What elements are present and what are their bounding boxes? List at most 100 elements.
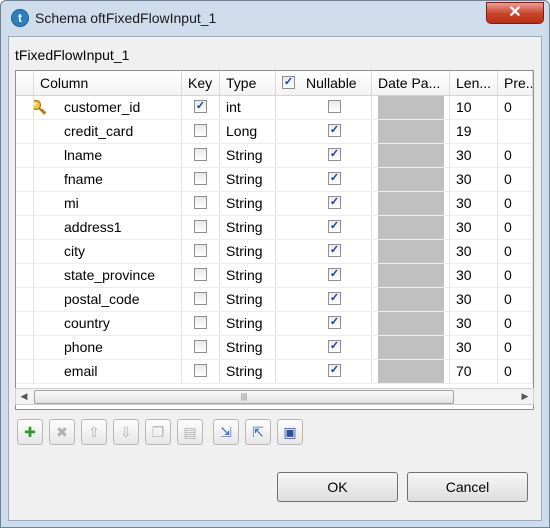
- copy-button[interactable]: ❐: [145, 419, 171, 445]
- length-cell[interactable]: 30: [450, 312, 498, 335]
- key-checkbox[interactable]: [194, 268, 207, 281]
- precision-cell[interactable]: 0: [498, 288, 533, 311]
- column-name-cell[interactable]: address1: [34, 216, 182, 239]
- save-button[interactable]: ▣: [277, 419, 303, 445]
- scroll-left-icon[interactable]: ◀: [16, 389, 32, 404]
- precision-cell[interactable]: 0: [498, 192, 533, 215]
- nullable-checkbox[interactable]: ✓: [328, 196, 341, 209]
- nullable-checkbox[interactable]: ✓: [328, 220, 341, 233]
- date-pattern-cell[interactable]: [372, 360, 450, 383]
- table-row[interactable]: phone String ✓ 30 0: [16, 336, 533, 360]
- length-cell[interactable]: 10: [450, 96, 498, 119]
- header-type[interactable]: Type: [220, 71, 276, 95]
- precision-cell[interactable]: 0: [498, 336, 533, 359]
- date-pattern-cell[interactable]: [372, 168, 450, 191]
- nullable-checkbox[interactable]: ✓: [328, 244, 341, 257]
- type-cell[interactable]: String: [220, 168, 276, 191]
- length-cell[interactable]: 30: [450, 240, 498, 263]
- precision-cell[interactable]: 0: [498, 240, 533, 263]
- nullable-checkbox[interactable]: ✓: [328, 364, 341, 377]
- length-cell[interactable]: 30: [450, 168, 498, 191]
- date-pattern-cell[interactable]: [372, 240, 450, 263]
- key-checkbox[interactable]: [194, 124, 207, 137]
- precision-cell[interactable]: 0: [498, 96, 533, 119]
- column-name-cell[interactable]: phone: [34, 336, 182, 359]
- table-row[interactable]: address1 String ✓ 30 0: [16, 216, 533, 240]
- nullable-checkbox[interactable]: ✓: [328, 148, 341, 161]
- precision-cell[interactable]: 0: [498, 216, 533, 239]
- type-cell[interactable]: String: [220, 360, 276, 383]
- table-row[interactable]: email String ✓ 70 0: [16, 360, 533, 384]
- date-pattern-cell[interactable]: [372, 288, 450, 311]
- length-cell[interactable]: 30: [450, 288, 498, 311]
- column-name-cell[interactable]: mi: [34, 192, 182, 215]
- table-row[interactable]: postal_code String ✓ 30 0: [16, 288, 533, 312]
- precision-cell[interactable]: 0: [498, 360, 533, 383]
- nullable-header-checkbox[interactable]: ✓: [282, 76, 295, 89]
- move-up-button[interactable]: ⇧: [81, 419, 107, 445]
- column-name-cell[interactable]: fname: [34, 168, 182, 191]
- type-cell[interactable]: String: [220, 192, 276, 215]
- table-row[interactable]: credit_card Long ✓ 19: [16, 120, 533, 144]
- date-pattern-cell[interactable]: [372, 336, 450, 359]
- type-cell[interactable]: int: [220, 96, 276, 119]
- precision-cell[interactable]: 0: [498, 312, 533, 335]
- key-checkbox[interactable]: [194, 172, 207, 185]
- date-pattern-cell[interactable]: [372, 216, 450, 239]
- cancel-button[interactable]: Cancel: [407, 472, 528, 502]
- key-checkbox[interactable]: [194, 148, 207, 161]
- key-checkbox[interactable]: [194, 196, 207, 209]
- column-name-cell[interactable]: state_province: [34, 264, 182, 287]
- nullable-checkbox[interactable]: [328, 100, 341, 113]
- column-name-cell[interactable]: city: [34, 240, 182, 263]
- move-down-button[interactable]: ⇩: [113, 419, 139, 445]
- precision-cell[interactable]: 0: [498, 264, 533, 287]
- add-button[interactable]: ✚: [17, 419, 43, 445]
- ok-button[interactable]: OK: [277, 472, 398, 502]
- type-cell[interactable]: String: [220, 216, 276, 239]
- table-row[interactable]: lname String ✓ 30 0: [16, 144, 533, 168]
- length-cell[interactable]: 30: [450, 216, 498, 239]
- nullable-checkbox[interactable]: ✓: [328, 292, 341, 305]
- table-row[interactable]: city String ✓ 30 0: [16, 240, 533, 264]
- precision-cell[interactable]: 0: [498, 168, 533, 191]
- key-checkbox[interactable]: [194, 292, 207, 305]
- nullable-checkbox[interactable]: ✓: [328, 340, 341, 353]
- header-length[interactable]: Len...: [450, 71, 498, 95]
- scroll-right-icon[interactable]: ▶: [517, 389, 533, 404]
- length-cell[interactable]: 30: [450, 264, 498, 287]
- type-cell[interactable]: String: [220, 336, 276, 359]
- date-pattern-cell[interactable]: [372, 264, 450, 287]
- key-checkbox[interactable]: [194, 340, 207, 353]
- precision-cell[interactable]: [498, 120, 533, 143]
- type-cell[interactable]: String: [220, 288, 276, 311]
- length-cell[interactable]: 70: [450, 360, 498, 383]
- remove-button[interactable]: ✖: [49, 419, 75, 445]
- type-cell[interactable]: String: [220, 312, 276, 335]
- type-cell[interactable]: String: [220, 144, 276, 167]
- type-cell[interactable]: Long: [220, 120, 276, 143]
- column-name-cell[interactable]: lname: [34, 144, 182, 167]
- header-nullable[interactable]: ✓ Nullable: [276, 71, 372, 95]
- horizontal-scrollbar[interactable]: ◀ ||| ▶: [15, 388, 534, 405]
- close-button[interactable]: ✕: [486, 2, 544, 24]
- table-row[interactable]: customer_id ✓ int 10 0: [16, 96, 533, 120]
- table-row[interactable]: fname String ✓ 30 0: [16, 168, 533, 192]
- column-name-cell[interactable]: customer_id: [34, 96, 182, 119]
- length-cell[interactable]: 30: [450, 144, 498, 167]
- date-pattern-cell[interactable]: [372, 312, 450, 335]
- date-pattern-cell[interactable]: [372, 144, 450, 167]
- nullable-checkbox[interactable]: ✓: [328, 124, 341, 137]
- length-cell[interactable]: 30: [450, 336, 498, 359]
- header-key[interactable]: Key: [182, 71, 220, 95]
- paste-button[interactable]: ▤: [177, 419, 203, 445]
- import-button[interactable]: ⇲: [213, 419, 239, 445]
- date-pattern-cell[interactable]: [372, 192, 450, 215]
- key-checkbox[interactable]: ✓: [194, 100, 207, 113]
- column-name-cell[interactable]: postal_code: [34, 288, 182, 311]
- key-checkbox[interactable]: [194, 244, 207, 257]
- length-cell[interactable]: 19: [450, 120, 498, 143]
- column-name-cell[interactable]: country: [34, 312, 182, 335]
- nullable-checkbox[interactable]: ✓: [328, 268, 341, 281]
- header-precision[interactable]: Pre...: [498, 71, 533, 95]
